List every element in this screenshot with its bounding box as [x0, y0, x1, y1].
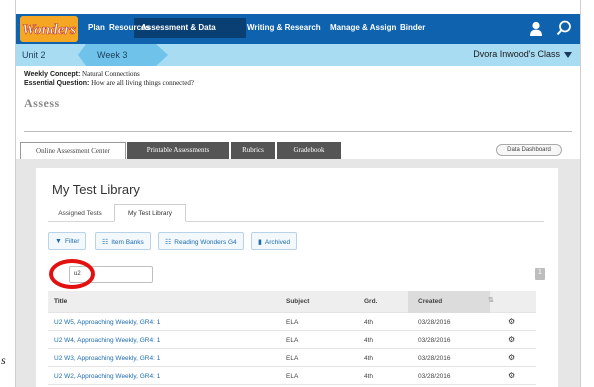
row-grade: 4th: [364, 355, 374, 362]
nav-assessment-data[interactable]: Assessment & Data: [141, 23, 216, 32]
header-title[interactable]: Title: [54, 298, 67, 305]
archived-label: Archived: [264, 239, 291, 246]
week-label[interactable]: Week 3: [97, 50, 127, 60]
row-subject: ELA: [286, 355, 299, 362]
page-title: Assess: [24, 96, 60, 110]
question-label: Essential Question:: [24, 80, 90, 87]
library-title: My Test Library: [52, 182, 140, 197]
concept-label: Weekly Concept:: [24, 71, 81, 78]
logo-text: Wonders: [22, 22, 76, 38]
tab-gradebook[interactable]: Gradebook: [277, 142, 341, 159]
pagination-button[interactable]: 1: [535, 268, 545, 280]
nav-binder[interactable]: Binder: [400, 23, 425, 32]
unit-selector[interactable]: Unit 2: [16, 44, 86, 66]
class-selector[interactable]: Dvora Inwood's Class: [473, 49, 572, 59]
top-navigation: Wonders Plan Resources Assessment & Data…: [16, 14, 580, 44]
gear-icon[interactable]: ⚙: [508, 371, 515, 380]
table-header-row: Title Subject Grd. Created ⇅: [48, 291, 536, 313]
gear-icon[interactable]: ⚙: [508, 353, 515, 362]
filter-label: Filter: [64, 238, 80, 245]
row-title-link[interactable]: U2 W3, Approaching Weekly, GR4: 1: [54, 355, 160, 362]
filter-button[interactable]: ▼ Filter: [48, 232, 87, 250]
highlight-annotation-circle: [49, 259, 95, 289]
class-name: Dvora Inwood's Class: [473, 49, 560, 59]
bank-icon: ☷: [102, 239, 109, 246]
table-row: U2 W2, Approaching Weekly, GR4: 1 ELA 4t…: [48, 367, 536, 385]
header-grade[interactable]: Grd.: [364, 298, 377, 305]
tab-rubrics[interactable]: Rubrics: [231, 142, 275, 159]
row-subject: ELA: [286, 319, 299, 326]
unit-week-bar: Unit 2 Week 3 Dvora Inwood's Class: [16, 44, 580, 66]
filter-icon: ▼: [55, 238, 62, 245]
question-value: How are all living things connected?: [91, 79, 194, 87]
row-title-link[interactable]: U2 W2, Approaching Weekly, GR4: 1: [54, 373, 160, 380]
subtab-my-test-library[interactable]: My Test Library: [114, 204, 186, 222]
nav-manage-assign[interactable]: Manage & Assign: [330, 23, 396, 32]
chevron-down-icon: [564, 51, 572, 58]
row-grade: 4th: [364, 319, 374, 326]
wonders-logo[interactable]: Wonders: [20, 16, 78, 42]
row-subject: ELA: [286, 337, 299, 344]
row-subject: ELA: [286, 373, 299, 380]
margin-letter: s: [1, 353, 6, 367]
reading-wonders-label: Reading Wonders G4: [174, 239, 237, 246]
nav-writing-research[interactable]: Writing & Research: [247, 23, 321, 32]
header-created[interactable]: Created: [418, 298, 442, 305]
row-grade: 4th: [364, 337, 374, 344]
test-library-card: My Test Library Assigned Tests My Test L…: [36, 168, 558, 387]
row-created: 03/28/2016: [418, 355, 451, 362]
search-icon[interactable]: [556, 20, 572, 36]
row-created: 03/28/2016: [418, 337, 451, 344]
tab-online-assessment-center[interactable]: Online Assessment Center: [20, 142, 126, 159]
table-row: U2 W4, Approaching Weekly, GR4: 1 ELA 4t…: [48, 331, 536, 349]
browser-frame: Wonders Plan Resources Assessment & Data…: [15, 0, 581, 387]
user-icon[interactable]: [529, 21, 543, 37]
folder-icon: ▮: [258, 239, 262, 246]
table-row: U2 W3, Approaching Weekly, GR4: 1 ELA 4t…: [48, 349, 536, 367]
item-banks-button[interactable]: ☷ Item Banks: [95, 232, 151, 250]
reading-wonders-button[interactable]: ☷ Reading Wonders G4: [158, 232, 244, 250]
archived-button[interactable]: ▮ Archived: [251, 232, 298, 250]
row-created: 03/28/2016: [418, 373, 451, 380]
row-created: 03/28/2016: [418, 319, 451, 326]
header-subject[interactable]: Subject: [286, 298, 309, 305]
concept-value: Natural Connections: [82, 70, 140, 78]
gear-icon[interactable]: ⚙: [508, 335, 515, 344]
row-title-link[interactable]: U2 W4, Approaching Weekly, GR4: 1: [54, 337, 160, 344]
row-grade: 4th: [364, 373, 374, 380]
assessment-tabs: Online Assessment Center Printable Asses…: [16, 142, 580, 159]
subtab-assigned-tests[interactable]: Assigned Tests: [48, 206, 112, 222]
weekly-concept-block: Weekly Concept: Natural Connections Esse…: [24, 70, 194, 88]
tab-printable-assessments[interactable]: Printable Assessments: [127, 142, 229, 159]
table-row: U2 W5, Approaching Weekly, GR4: 1 ELA 4t…: [48, 313, 536, 331]
sort-icon[interactable]: ⇅: [488, 296, 494, 304]
nav-plan[interactable]: Plan: [88, 23, 105, 32]
item-banks-label: Item Banks: [111, 239, 144, 246]
data-dashboard-button[interactable]: Data Dashboard: [496, 144, 562, 156]
gear-icon[interactable]: ⚙: [508, 317, 515, 326]
row-title-link[interactable]: U2 W5, Approaching Weekly, GR4: 1: [54, 319, 160, 326]
divider: [24, 131, 572, 132]
bank-icon: ☷: [165, 239, 172, 246]
